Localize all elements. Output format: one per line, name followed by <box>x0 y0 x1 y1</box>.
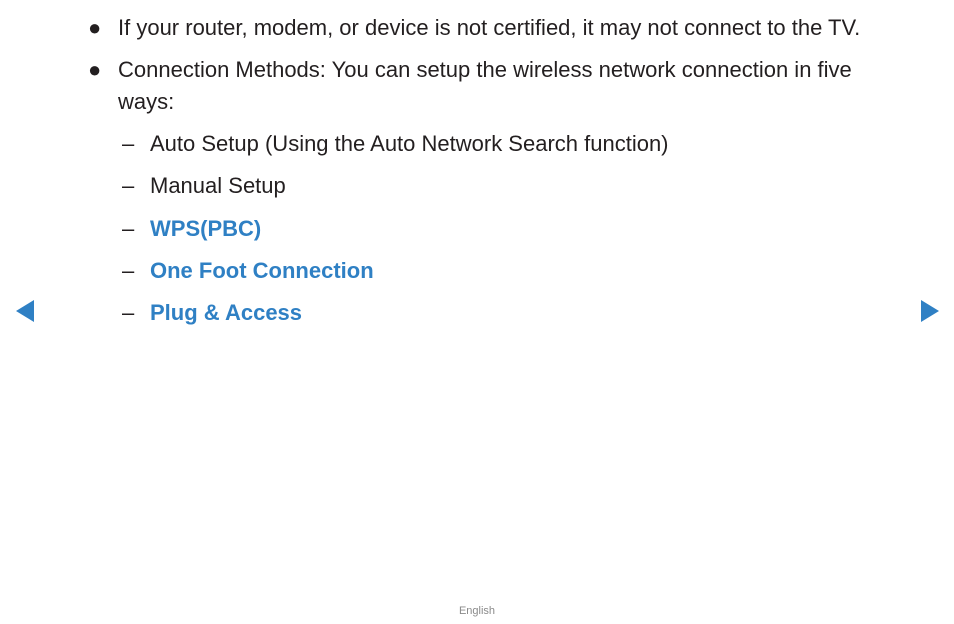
one-foot-connection-link[interactable]: One Foot Connection <box>150 255 374 287</box>
bullet-text: If your router, modem, or device is not … <box>118 15 861 40</box>
bullet-text: Connection Methods: You can setup the wi… <box>118 57 852 114</box>
next-page-arrow-icon[interactable] <box>921 300 939 322</box>
footer-language: English <box>458 605 496 617</box>
dash-marker: – <box>122 173 135 198</box>
dash-marker: – <box>122 300 135 325</box>
method-label: Manual Setup <box>150 173 286 198</box>
bullet-dot: ● <box>88 57 102 82</box>
dash-marker: – <box>122 258 135 283</box>
dash-marker: – <box>122 216 135 241</box>
plug-access-link[interactable]: Plug & Access <box>150 297 302 329</box>
dash-marker: – <box>122 131 135 156</box>
bullet-dot: ● <box>88 15 102 40</box>
method-label: Auto Setup (Using the Auto Network Searc… <box>150 131 669 156</box>
wps-pbc-link[interactable]: WPS(PBC) <box>150 213 261 245</box>
previous-page-arrow-icon[interactable] <box>16 300 34 322</box>
